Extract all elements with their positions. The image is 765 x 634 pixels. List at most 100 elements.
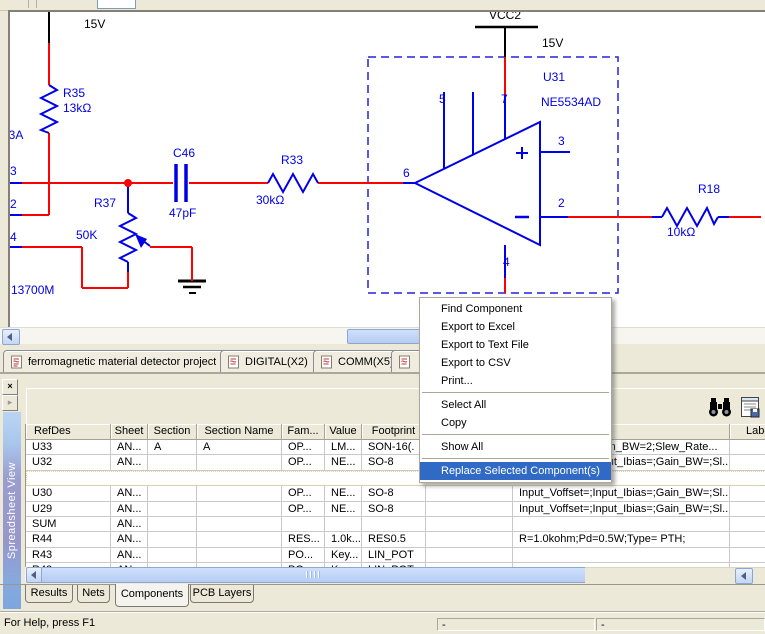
table-row[interactable]: SUM AN... xyxy=(26,517,765,532)
menu-item-select-all[interactable]: Select All xyxy=(420,396,611,414)
table-row[interactable]: R43 AN... PO... Key... LIN_POT xyxy=(26,548,765,563)
cell-sheet: AN... xyxy=(111,517,148,531)
column-header[interactable]: Footprint xyxy=(362,424,426,440)
menu-item-copy[interactable]: Copy xyxy=(420,414,611,432)
cell-section xyxy=(148,455,197,469)
tab-results[interactable]: Results xyxy=(25,585,73,603)
menu-item-print[interactable]: Print... xyxy=(420,372,611,390)
cell-family: OP... xyxy=(282,502,325,516)
left-arrow-icon xyxy=(31,571,36,579)
cell-blank xyxy=(426,502,513,516)
table-hscrollbar[interactable] xyxy=(25,567,585,582)
menu-separator xyxy=(422,434,609,435)
column-header[interactable]: Section xyxy=(148,424,197,440)
thumb-grip xyxy=(306,571,322,578)
ground-symbol xyxy=(178,281,206,293)
table-row[interactable]: U29 AN... OP... NE... SO-8 Input_Voffset… xyxy=(26,502,765,517)
cell-section-name xyxy=(197,486,282,500)
schematic-label: 15V xyxy=(84,17,105,31)
schematic-label: 10kΩ xyxy=(667,225,695,239)
table-row[interactable]: U32 AN... OP... NE... SO-8 Input_Voffset… xyxy=(26,455,765,470)
tab-pcb-layers[interactable]: PCB Layers xyxy=(190,585,254,603)
column-header[interactable]: Value xyxy=(325,424,362,440)
cell-properties xyxy=(513,548,730,562)
schematic-label: 47pF xyxy=(169,206,196,220)
schematic-label: 5 xyxy=(439,92,446,106)
schematic-canvas[interactable]: 15VR3513kΩ33A324R3750KM13700MC4647pFR333… xyxy=(8,10,765,327)
cell-section xyxy=(148,548,197,562)
cell-refdes: R44 xyxy=(26,532,111,546)
components-table: RefDesSheetSectionSection NameFam...Valu… xyxy=(25,424,765,567)
schematic-label: 4 xyxy=(503,255,510,269)
cell-footprint: SO-8 xyxy=(362,455,426,469)
cell-sheet: AN... xyxy=(111,440,148,454)
sheet-tab-comm[interactable]: COMM(X5) xyxy=(313,350,402,373)
menu-item-find-component[interactable]: Find Component xyxy=(420,300,611,318)
table-row[interactable]: U33 AN... A A OP... LM... SON-16(. Input… xyxy=(26,440,765,455)
schematic-sheet-icon xyxy=(227,355,241,369)
cell-value xyxy=(325,517,362,531)
cell-properties: R=1.0kohm;Pd=0.5W;Type= PTH; xyxy=(513,532,730,546)
cell-footprint: SO-8 xyxy=(362,471,426,485)
table-row[interactable]: U31 AN... OP... NE... SO-8 Input_Voffset… xyxy=(26,471,765,486)
schematic-label: C46 xyxy=(173,146,195,160)
table-row[interactable]: U30 AN... OP... NE... SO-8 Input_Voffset… xyxy=(26,486,765,501)
status-bar: For Help, press F1 - - xyxy=(0,611,765,634)
menu-item-export-to-text-file[interactable]: Export to Text File xyxy=(420,336,611,354)
expand-button[interactable]: ▸ xyxy=(2,395,18,411)
schematic-label: U31 xyxy=(543,70,565,84)
column-header[interactable]: RefDes xyxy=(26,424,111,440)
resistor-R37 xyxy=(120,213,136,262)
schematic-label: M13700M xyxy=(8,283,54,297)
cell-label xyxy=(730,502,765,516)
cell-section-name xyxy=(197,548,282,562)
column-header[interactable]: Fam... xyxy=(282,424,325,440)
power-wires xyxy=(49,12,538,57)
sheet-tab-project[interactable]: ferromagnetic material detector project xyxy=(3,350,231,373)
schematic-label: R35 xyxy=(63,86,85,100)
cell-section xyxy=(148,532,197,546)
schematic-label: R18 xyxy=(698,182,720,196)
opamp-triangle xyxy=(415,122,540,245)
report-save-icon xyxy=(738,395,762,419)
column-header[interactable]: Sheet xyxy=(111,424,148,440)
cell-blank xyxy=(426,532,513,546)
schematic-wires xyxy=(10,12,765,327)
table-body: U33 AN... A A OP... LM... SON-16(. Input… xyxy=(26,440,765,567)
menu-item-export-to-excel[interactable]: Export to Excel xyxy=(420,318,611,336)
tab-components[interactable]: Components xyxy=(115,584,189,607)
close-icon: × xyxy=(7,381,12,391)
tab-nets[interactable]: Nets xyxy=(77,585,110,603)
schematic-label: R37 xyxy=(94,196,116,210)
cell-sheet: AN... xyxy=(111,548,148,562)
scroll-left-button-right-pane[interactable] xyxy=(735,568,753,584)
close-button[interactable]: × xyxy=(2,379,18,395)
cell-value: NE... xyxy=(325,471,362,485)
cell-refdes: R43 xyxy=(26,548,111,562)
toolbar-separator xyxy=(28,0,29,8)
splitter-area xyxy=(585,567,765,583)
schematic-label: 2 xyxy=(558,196,565,210)
menu-item-export-to-csv[interactable]: Export to CSV xyxy=(420,354,611,372)
save-report-button[interactable] xyxy=(737,394,763,420)
column-header[interactable]: Section Name xyxy=(197,424,282,440)
spreadsheet-panel: × ▸ Spreadsheet View xyxy=(0,374,765,611)
menu-item-replace-selected-components[interactable]: Replace Selected Component(s) xyxy=(420,462,611,480)
schematic-label: 6 xyxy=(403,166,410,180)
table-row[interactable]: R44 AN... RES... 1.0k... RES0.5 R=1.0koh… xyxy=(26,532,765,547)
scroll-left-button[interactable] xyxy=(2,329,20,345)
menu-separator xyxy=(422,392,609,393)
schematic-label: 33A xyxy=(8,128,23,142)
junction-dot xyxy=(124,179,132,187)
scroll-thumb[interactable] xyxy=(41,567,587,583)
find-button[interactable] xyxy=(707,394,733,420)
cell-family: RES... xyxy=(282,532,325,546)
column-header[interactable]: Label xyxy=(730,424,765,440)
schematic-label: 4 xyxy=(10,230,17,244)
menu-item-show-all[interactable]: Show All xyxy=(420,438,611,456)
binoculars-icon xyxy=(708,396,732,418)
left-arrow-icon xyxy=(741,572,746,580)
sheet-tab-digital[interactable]: DIGITAL(X2) xyxy=(220,350,324,373)
schematic-hscrollbar[interactable] xyxy=(0,327,765,344)
cell-value: LM... xyxy=(325,440,362,454)
